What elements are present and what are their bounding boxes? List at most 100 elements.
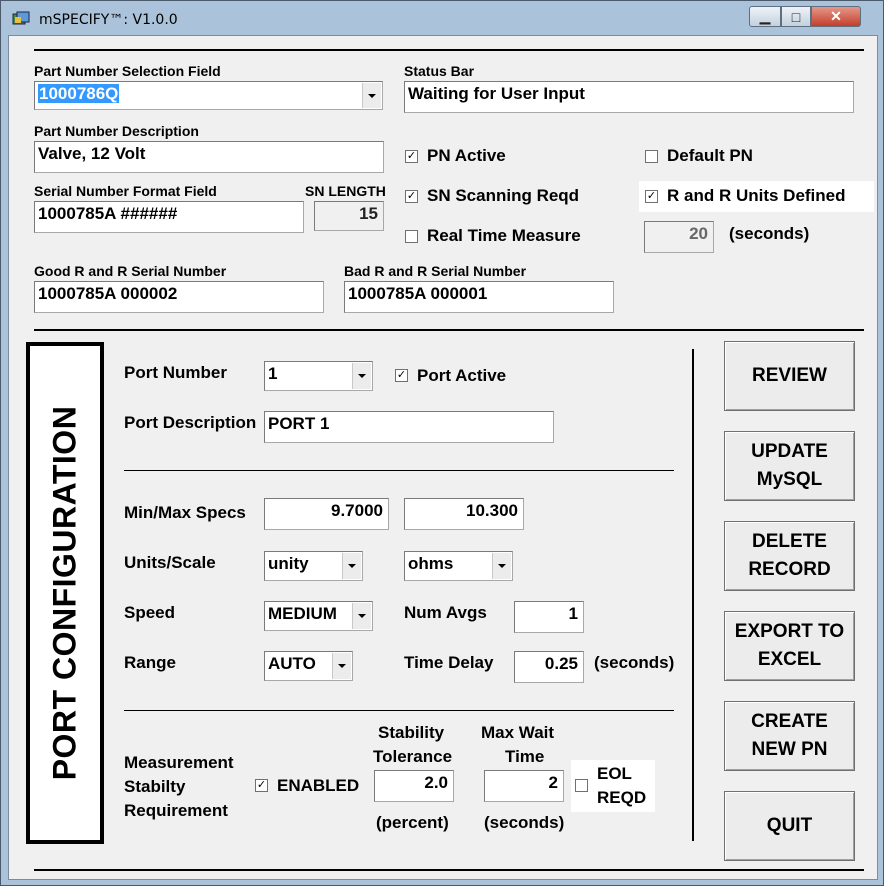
export-excel-button[interactable]: EXPORT TO EXCEL — [724, 611, 855, 681]
stab-tol-unit: (percent) — [376, 813, 449, 832]
create-pn-button-label: CREATE NEW PN — [751, 711, 828, 760]
time-delay-field[interactable]: 0.25 — [514, 651, 584, 683]
pn-description-field[interactable]: Valve, 12 Volt — [34, 141, 384, 173]
create-pn-button[interactable]: CREATE NEW PN — [724, 701, 855, 771]
port-description-field[interactable]: PORT 1 — [264, 411, 554, 443]
app-window: mSPECIFY™: V1.0.0 ▁ □ ✕ Part Number Sele… — [0, 0, 884, 886]
divider-top — [34, 49, 864, 51]
good-rr-label: Good R and R Serial Number — [34, 263, 227, 279]
sn-length-field: 15 — [314, 201, 384, 231]
bad-rr-field[interactable]: 1000785A 000001 — [344, 281, 614, 313]
pn-active-label: PN Active — [427, 146, 506, 165]
status-bar-label: Status Bar — [404, 63, 475, 79]
divider-vertical — [692, 349, 694, 841]
max-spec-field[interactable]: 10.300 — [404, 498, 524, 530]
units-scale-label: Units/Scale — [124, 553, 216, 572]
divider-port-2 — [124, 710, 674, 711]
max-wait-label-line1: Max Wait — [481, 723, 555, 742]
rr-seconds-unit: (seconds) — [729, 224, 810, 243]
port-active-checkbox[interactable]: ✓ — [395, 369, 408, 382]
divider-bottom — [34, 869, 864, 871]
client-area: Part Number Selection Field 1000786Q Sta… — [8, 35, 878, 880]
scale-select[interactable]: unity — [264, 551, 363, 581]
num-avgs-field[interactable]: 1 — [514, 601, 584, 633]
chevron-down-icon[interactable] — [342, 553, 361, 579]
port-active-label: Port Active — [417, 366, 507, 385]
min-spec-field[interactable]: 9.7000 — [264, 498, 389, 530]
serial-format-field[interactable]: 1000785A ###### — [34, 201, 304, 233]
review-button[interactable]: REVIEW — [724, 341, 855, 411]
good-rr-field[interactable]: 1000785A 000002 — [34, 281, 324, 313]
speed-label: Speed — [124, 603, 176, 622]
part-number-select[interactable]: 1000786Q — [34, 81, 383, 110]
rr-units-checkbox[interactable]: ✓ — [645, 190, 658, 203]
divider-port-1 — [124, 470, 674, 471]
divider-middle — [34, 329, 864, 331]
min-max-label: Min/Max Specs — [124, 503, 246, 522]
time-delay-label: Time Delay — [404, 653, 494, 672]
port-configuration-heading-box: PORT CONFIGURATION — [26, 342, 104, 844]
part-number-value: 1000786Q — [38, 84, 120, 103]
export-excel-button-label: EXPORT TO EXCEL — [734, 621, 845, 670]
enabled-label: ENABLED — [277, 776, 360, 795]
serial-format-label: Serial Number Format Field — [34, 183, 217, 199]
chevron-down-icon[interactable] — [492, 553, 511, 579]
minimize-icon: ▁ — [759, 8, 771, 24]
stab-tol-label-line2: Tolerance — [373, 747, 453, 766]
default-pn-checkbox[interactable] — [645, 150, 658, 163]
stability-label-line3: Requirement — [124, 801, 228, 820]
quit-button-label: QUIT — [766, 815, 813, 836]
enabled-checkbox[interactable]: ✓ — [255, 779, 268, 792]
eol-label-line2: REQD — [597, 788, 647, 807]
num-avgs-label: Num Avgs — [404, 603, 487, 622]
range-label: Range — [124, 653, 176, 672]
maximize-icon: □ — [791, 8, 801, 25]
chevron-down-icon[interactable] — [352, 603, 371, 629]
bad-rr-label: Bad R and R Serial Number — [344, 263, 527, 279]
time-delay-unit: (seconds) — [594, 653, 675, 672]
minimize-button[interactable]: ▁ — [749, 6, 781, 27]
port-number-value: 1 — [268, 364, 278, 383]
eol-reqd-checkbox[interactable] — [575, 779, 588, 792]
default-pn-label: Default PN — [667, 146, 753, 165]
pn-active-checkbox[interactable]: ✓ — [405, 150, 418, 163]
stab-tol-field[interactable]: 2.0 — [374, 770, 454, 802]
quit-button[interactable]: QUIT — [724, 791, 855, 861]
delete-record-button-label: DELETE RECORD — [748, 531, 831, 580]
title-bar[interactable]: mSPECIFY™: V1.0.0 ▁ □ ✕ — [1, 1, 885, 35]
status-bar-field: Waiting for User Input — [404, 81, 854, 113]
chevron-down-icon[interactable] — [352, 363, 371, 389]
delete-record-button[interactable]: DELETE RECORD — [724, 521, 855, 591]
stability-label-line2: Stabilty — [124, 777, 186, 796]
eol-label-line1: EOL — [597, 764, 632, 783]
pn-description-label: Part Number Description — [34, 123, 199, 139]
maximize-button[interactable]: □ — [781, 6, 811, 27]
rr-units-label: R and R Units Defined — [667, 186, 846, 205]
stability-label-line1: Measurement — [124, 753, 234, 772]
port-description-label: Port Description — [124, 413, 257, 432]
sn-length-label: SN LENGTH — [305, 183, 386, 199]
range-select[interactable]: AUTO — [264, 651, 353, 681]
port-number-select[interactable]: 1 — [264, 361, 373, 391]
update-mysql-button-label: UPDATE MySQL — [751, 441, 828, 490]
units-select[interactable]: ohms — [404, 551, 513, 581]
part-number-label: Part Number Selection Field — [34, 63, 221, 79]
chevron-down-icon[interactable] — [362, 83, 381, 108]
sn-scanning-label: SN Scanning Reqd — [427, 186, 580, 205]
scale-value: unity — [268, 554, 309, 573]
max-wait-unit: (seconds) — [484, 813, 565, 832]
close-icon: ✕ — [830, 8, 842, 24]
stab-tol-label-line1: Stability — [378, 723, 445, 742]
close-button[interactable]: ✕ — [811, 6, 861, 27]
speed-select[interactable]: MEDIUM — [264, 601, 373, 631]
sn-scanning-checkbox[interactable]: ✓ — [405, 190, 418, 203]
speed-value: MEDIUM — [268, 604, 337, 623]
chevron-down-icon[interactable] — [332, 653, 351, 679]
max-wait-field[interactable]: 2 — [484, 770, 564, 802]
window-title: mSPECIFY™: V1.0.0 — [39, 12, 178, 28]
rr-seconds-field: 20 — [644, 221, 714, 253]
range-value: AUTO — [268, 654, 316, 673]
port-number-label: Port Number — [124, 363, 227, 382]
real-time-checkbox[interactable] — [405, 230, 418, 243]
update-mysql-button[interactable]: UPDATE MySQL — [724, 431, 855, 501]
